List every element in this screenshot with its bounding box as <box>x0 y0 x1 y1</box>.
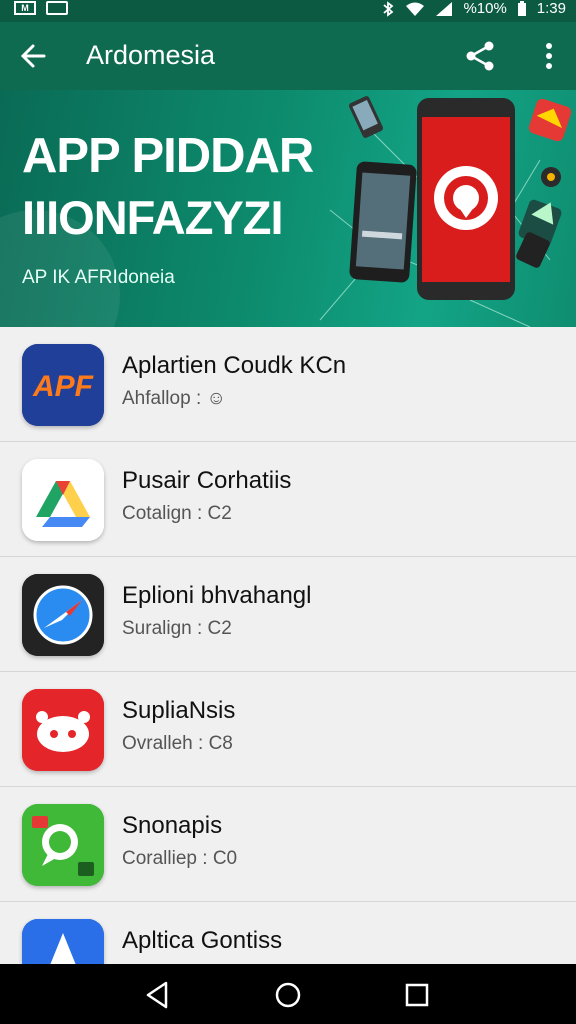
system-nav-bar <box>0 964 576 1024</box>
battery-text: %10% <box>463 0 507 17</box>
status-time: 1:39 <box>536 0 566 17</box>
app-name: Aplartien Coudk KCn <box>122 352 347 379</box>
app-name: Pusair Corhatiis <box>122 467 292 494</box>
app-meta: Suralign : C2 <box>122 618 232 639</box>
drive-app-icon <box>22 459 104 541</box>
share-icon <box>466 41 494 71</box>
robot-app-icon <box>22 689 104 771</box>
message-icon <box>46 1 68 15</box>
app-toolbar: Ardomesia <box>0 22 576 90</box>
app-meta: Cotalign : C2 <box>122 503 232 524</box>
banner-headline-secondary: IIIONFAZYZI <box>22 191 284 244</box>
signal-icon <box>436 1 453 16</box>
app-name: Eplioni bhvahangl <box>122 582 312 609</box>
banner-subtitle: AP IK AFRIdoneia <box>22 267 175 288</box>
nav-back-button[interactable] <box>140 978 174 1012</box>
navigation-app-icon <box>22 919 104 964</box>
app-meta: Ahfallop : ☺ <box>122 388 226 409</box>
more-options-button[interactable] <box>534 36 564 76</box>
nav-home-icon <box>275 982 301 1008</box>
app-name: Snonapis <box>122 812 223 839</box>
back-button[interactable] <box>14 36 54 76</box>
app-list: APF Aplartien Coudk KCn Ahfallop : ☺ Pus… <box>0 327 576 964</box>
chat-app-icon <box>22 804 104 886</box>
app-name: Apltica Gontiss <box>122 927 283 954</box>
share-button[interactable] <box>462 36 500 76</box>
banner-phones-illustration <box>319 96 572 327</box>
promo-banner[interactable]: APP PIDDAR IIIONFAZYZI AP IK AFRIdoneia <box>0 90 576 327</box>
battery-icon <box>517 0 526 16</box>
list-item[interactable]: Apltica Gontiss <box>0 902 576 964</box>
list-item[interactable]: APF Aplartien Coudk KCn Ahfallop : ☺ <box>0 327 576 442</box>
more-vert-icon <box>546 43 552 69</box>
svg-text:APF: APF <box>32 370 94 403</box>
list-item[interactable]: Snonapis Coralliep : C0 <box>0 787 576 902</box>
notification-icon: M <box>14 1 36 15</box>
list-item[interactable]: Eplioni bhvahangl Suralign : C2 <box>0 557 576 672</box>
nav-recents-icon <box>405 983 429 1007</box>
nav-back-icon <box>146 981 168 1009</box>
wifi-icon <box>406 2 425 16</box>
list-item[interactable]: Pusair Corhatiis Cotalign : C2 <box>0 442 576 557</box>
page-title: Ardomesia <box>86 40 216 70</box>
nav-home-button[interactable] <box>271 978 305 1012</box>
nav-recents-button[interactable] <box>400 978 434 1012</box>
app-meta: Ovralleh : C8 <box>122 733 233 754</box>
list-item[interactable]: SupliaNsis Ovralleh : C8 <box>0 672 576 787</box>
bluetooth-icon <box>383 0 394 17</box>
status-bar: M %10% 1:39 <box>0 0 576 22</box>
apf-app-icon: APF <box>22 344 104 426</box>
arrow-back-icon <box>20 44 46 68</box>
banner-headline: APP PIDDAR <box>22 129 314 183</box>
compass-app-icon <box>22 574 104 656</box>
app-meta: Coralliep : C0 <box>122 848 238 869</box>
app-name: SupliaNsis <box>122 697 236 724</box>
